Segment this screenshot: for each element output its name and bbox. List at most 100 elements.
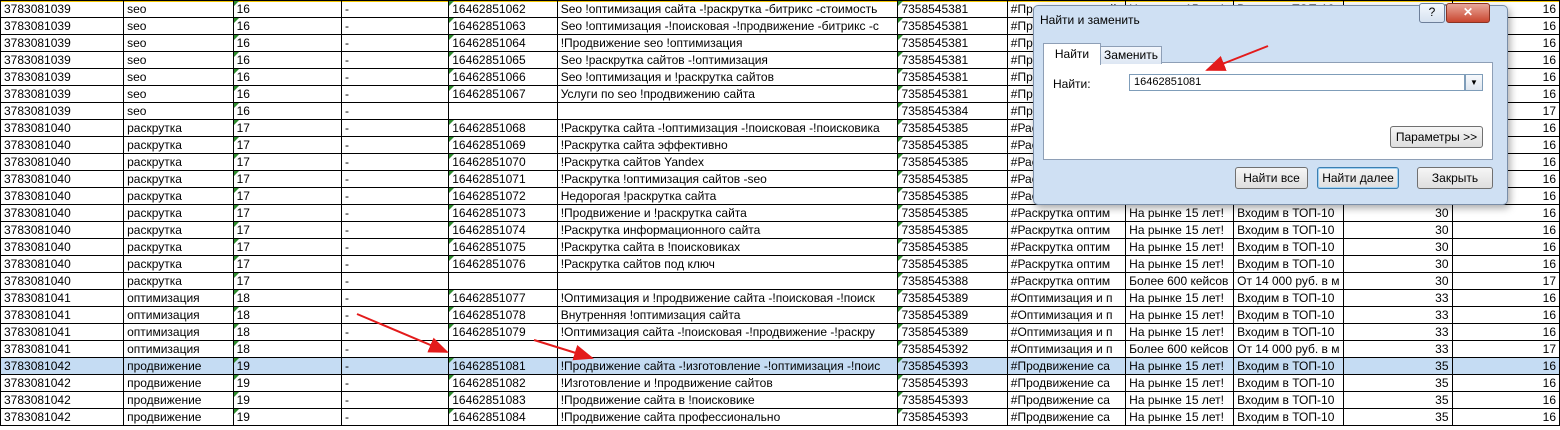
table-cell[interactable]: 16 <box>232 17 342 35</box>
table-cell[interactable]: - <box>340 306 450 324</box>
table-cell[interactable]: Входим в ТОП-10 <box>1233 323 1345 341</box>
table-cell[interactable]: 16 <box>232 0 342 18</box>
table-cell[interactable]: раскрутка <box>123 238 234 256</box>
table-cell[interactable]: #Продвижение са <box>1006 374 1127 392</box>
table-cell[interactable]: Seo !оптимизация -!поисковая -!продвижен… <box>556 17 899 35</box>
table-cell[interactable]: !Раскрутка информационного сайта <box>556 221 899 239</box>
table-cell[interactable]: 7358545381 <box>897 0 1008 18</box>
table-cell[interactable]: 18 <box>232 323 342 341</box>
dropdown-arrow-icon[interactable]: ▼ <box>1465 74 1483 91</box>
table-cell[interactable]: Входим в ТОП-10 <box>1233 204 1345 222</box>
table-cell[interactable]: 30 <box>1343 272 1453 290</box>
table-cell[interactable]: На рынке 15 лет! <box>1125 306 1235 324</box>
table-cell[interactable]: 16 <box>232 68 342 86</box>
table-cell[interactable]: #Оптимизация и п <box>1006 289 1127 307</box>
table-cell[interactable]: 30 <box>1343 238 1453 256</box>
table-cell[interactable]: 16 <box>1451 306 1560 324</box>
table-cell[interactable]: 3783081039 <box>0 68 125 86</box>
table-cell[interactable]: #Раскрутка оптим <box>1006 255 1127 273</box>
table-cell[interactable]: 16 <box>232 34 342 52</box>
table-cell[interactable]: 3783081039 <box>0 17 125 35</box>
table-cell[interactable]: 16 <box>1451 408 1560 426</box>
table-cell[interactable]: оптимизация <box>123 323 234 341</box>
table-row-selected[interactable]: 3783081042 продвижение 19-16462851081 !Прод… <box>0 357 1560 375</box>
table-cell[interactable]: оптимизация <box>123 306 234 324</box>
table-cell[interactable]: 30 <box>1343 221 1453 239</box>
table-cell[interactable]: 7358545385 <box>897 170 1008 188</box>
table-cell[interactable]: 7358545389 <box>897 289 1008 307</box>
table-cell[interactable]: seo <box>123 102 234 120</box>
table-cell[interactable]: 3783081041 <box>0 323 125 341</box>
table-cell[interactable]: 16462851071 <box>448 170 558 188</box>
table-cell[interactable]: #Раскрутка оптим <box>1006 272 1127 290</box>
table-cell[interactable]: раскрутка <box>123 170 234 188</box>
table-cell[interactable]: 16462851083 <box>448 391 558 409</box>
table-cell[interactable]: раскрутка <box>123 153 234 171</box>
table-cell[interactable]: продвижение <box>123 408 234 426</box>
table-cell[interactable]: продвижение <box>123 391 234 409</box>
table-cell[interactable]: - <box>340 238 450 256</box>
table-cell[interactable]: 3783081040 <box>0 187 125 205</box>
table-cell[interactable]: Входим в ТОП-10 <box>1233 221 1345 239</box>
table-cell[interactable]: seo <box>123 51 234 69</box>
table-row[interactable]: 3783081040 раскрутка 17-16462851073 !Продви… <box>0 204 1560 222</box>
table-cell[interactable]: 3783081042 <box>0 391 125 409</box>
table-cell[interactable]: !Продвижение сайта в !поисковике <box>556 391 899 409</box>
table-cell[interactable]: продвижение <box>123 374 234 392</box>
table-cell[interactable]: 16 <box>232 85 342 103</box>
table-cell[interactable]: 3783081040 <box>0 255 125 273</box>
table-cell[interactable] <box>448 102 558 120</box>
table-cell[interactable]: 3783081040 <box>0 221 125 239</box>
table-cell[interactable]: - <box>340 0 450 18</box>
table-cell[interactable]: Входим в ТОП-10 <box>1233 408 1345 426</box>
table-cell[interactable]: раскрутка <box>123 187 234 205</box>
table-cell[interactable]: 3783081042 <box>0 408 125 426</box>
table-row[interactable]: 3783081042 продвижение 19-16462851084 !Прод… <box>0 408 1560 426</box>
table-cell[interactable]: - <box>340 68 450 86</box>
table-cell[interactable]: 17 <box>232 255 342 273</box>
table-cell[interactable]: 3783081040 <box>0 238 125 256</box>
table-cell[interactable]: 7358545392 <box>897 340 1008 358</box>
table-cell[interactable]: 35 <box>1343 357 1453 375</box>
table-cell[interactable]: 16 <box>1451 204 1560 222</box>
table-cell[interactable]: 17 <box>232 136 342 154</box>
table-cell[interactable]: 7358545384 <box>897 102 1008 120</box>
table-cell[interactable]: - <box>340 51 450 69</box>
table-cell[interactable]: 17 <box>232 187 342 205</box>
table-cell[interactable]: 30 <box>1343 204 1453 222</box>
help-icon[interactable]: ? <box>1419 3 1445 23</box>
table-cell[interactable]: seo <box>123 68 234 86</box>
table-cell[interactable]: Входим в ТОП-10 <box>1233 357 1345 375</box>
table-cell[interactable]: 16462851068 <box>448 119 558 137</box>
table-cell[interactable]: 16 <box>1451 323 1560 341</box>
table-cell[interactable]: 16462851082 <box>448 374 558 392</box>
table-cell[interactable]: 7358545388 <box>897 272 1008 290</box>
table-cell[interactable]: 3783081039 <box>0 0 125 18</box>
table-cell[interactable]: 33 <box>1343 323 1453 341</box>
table-cell[interactable]: seo <box>123 0 234 18</box>
table-cell[interactable]: 16462851079 <box>448 323 558 341</box>
table-cell[interactable]: 16462851063 <box>448 17 558 35</box>
table-cell[interactable] <box>556 102 899 120</box>
table-cell[interactable]: 16462851065 <box>448 51 558 69</box>
table-cell[interactable]: 18 <box>232 340 342 358</box>
table-cell[interactable]: #Продвижение са <box>1006 391 1127 409</box>
table-cell[interactable]: 16462851076 <box>448 255 558 273</box>
table-cell[interactable]: 3783081042 <box>0 357 125 375</box>
table-cell[interactable] <box>556 340 899 358</box>
table-cell[interactable]: 7358545381 <box>897 85 1008 103</box>
table-cell[interactable]: - <box>340 255 450 273</box>
table-cell[interactable]: На рынке 15 лет! <box>1125 357 1235 375</box>
table-cell[interactable]: Входим в ТОП-10 <box>1233 255 1345 273</box>
params-button[interactable]: Параметры >> <box>1390 126 1483 148</box>
table-cell[interactable]: - <box>340 102 450 120</box>
table-cell[interactable]: 19 <box>232 374 342 392</box>
table-cell[interactable]: 7358545385 <box>897 136 1008 154</box>
table-cell[interactable] <box>448 340 558 358</box>
table-cell[interactable]: оптимизация <box>123 289 234 307</box>
table-cell[interactable]: !Раскрутка сайтов под ключ <box>556 255 899 273</box>
table-cell[interactable]: 7358545381 <box>897 17 1008 35</box>
table-cell[interactable]: !Продвижение и !раскрутка сайта <box>556 204 899 222</box>
table-cell[interactable]: - <box>340 272 450 290</box>
table-cell[interactable]: 16462851073 <box>448 204 558 222</box>
